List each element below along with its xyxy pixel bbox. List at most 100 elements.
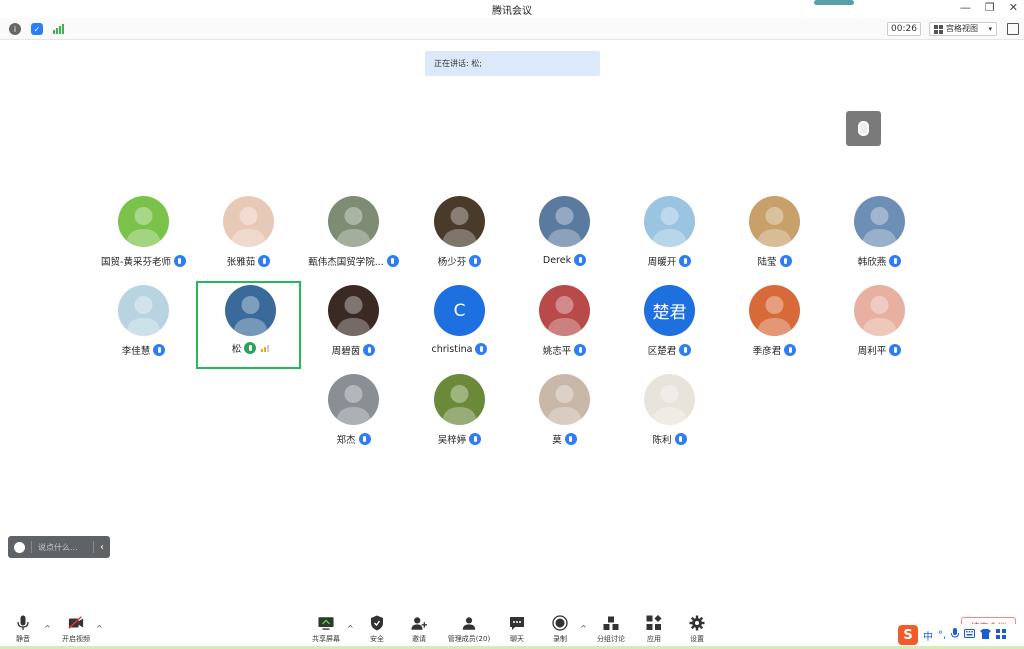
ime-skin-icon[interactable] bbox=[980, 628, 992, 642]
close-button[interactable]: ✕ bbox=[1009, 1, 1018, 14]
breakout-label: 分组讨论 bbox=[597, 635, 625, 643]
share-options-caret[interactable]: ^ bbox=[347, 624, 354, 633]
participant-avatar bbox=[118, 196, 169, 247]
breakout-rooms-icon bbox=[603, 615, 619, 631]
record-options-caret[interactable]: ^ bbox=[580, 624, 587, 633]
participant-tile[interactable]: 国贸-黄采芬老师 bbox=[91, 196, 196, 281]
participant-avatar: 楚君 bbox=[644, 285, 695, 336]
share-screen-button[interactable]: 共享屏幕 bbox=[304, 615, 348, 644]
collapse-icon[interactable]: ‹ bbox=[100, 542, 104, 553]
apps-button[interactable]: 应用 bbox=[632, 615, 676, 644]
participant-label: 莫 bbox=[512, 432, 617, 446]
mute-options-caret[interactable]: ^ bbox=[44, 624, 51, 633]
microphone-icon bbox=[469, 433, 482, 445]
participant-avatar bbox=[539, 196, 590, 247]
manage-members-button[interactable]: 管理成员(20) bbox=[441, 615, 497, 644]
participant-label: Derek bbox=[512, 254, 617, 266]
shield-icon[interactable]: ✓ bbox=[31, 23, 43, 35]
gear-icon bbox=[689, 615, 705, 631]
participant-tile[interactable]: 吴梓婷 bbox=[407, 374, 512, 459]
info-icon[interactable]: i bbox=[9, 23, 21, 35]
fullscreen-icon[interactable] bbox=[1007, 23, 1019, 35]
participant-name: 莫 bbox=[552, 435, 562, 446]
participant-label: 季彦君 bbox=[722, 343, 827, 357]
floating-mouse-button[interactable] bbox=[846, 111, 881, 146]
title-accent bbox=[814, 0, 854, 5]
participant-name: 张雅茹 bbox=[226, 257, 256, 268]
participant-tile[interactable]: 季彦君 bbox=[722, 285, 827, 370]
microphone-icon bbox=[363, 344, 376, 356]
video-label: 开启视频 bbox=[62, 635, 90, 643]
chat-button[interactable]: 聊天 bbox=[495, 615, 539, 644]
participant-tile[interactable]: 姚志平 bbox=[512, 285, 617, 370]
participant-avatar bbox=[434, 374, 485, 425]
participant-tile[interactable]: 周暖开 bbox=[617, 196, 722, 281]
participant-label: 松 bbox=[198, 341, 303, 355]
ime-punctuation[interactable]: °, bbox=[938, 630, 946, 641]
participant-tile[interactable]: 郑杰 bbox=[301, 374, 406, 459]
participant-tile[interactable]: 张雅茹 bbox=[196, 196, 301, 281]
emoji-icon[interactable] bbox=[14, 541, 25, 553]
participant-tile[interactable]: 周碧茵 bbox=[301, 285, 406, 370]
mute-button[interactable]: 静音 bbox=[1, 615, 45, 644]
participant-avatar bbox=[434, 196, 485, 247]
apps-icon bbox=[646, 615, 662, 631]
speaking-banner: 正在讲话: 松; bbox=[425, 51, 600, 76]
avatar-initials: 楚君 bbox=[652, 303, 687, 323]
microphone-icon bbox=[674, 433, 687, 445]
record-button[interactable]: 录制 bbox=[538, 615, 582, 644]
participant-tile[interactable]: 陈利 bbox=[617, 374, 722, 459]
participant-tile[interactable]: 李佳慧 bbox=[91, 285, 196, 370]
settings-button[interactable]: 设置 bbox=[675, 615, 719, 644]
microphone-icon bbox=[15, 615, 31, 631]
participant-name: 周碧茵 bbox=[331, 346, 361, 357]
participant-avatar bbox=[854, 285, 905, 336]
ime-voice-icon[interactable] bbox=[951, 628, 960, 642]
view-mode-select[interactable]: 宫格视图 ▾ bbox=[929, 22, 997, 36]
microphone-icon bbox=[564, 433, 577, 445]
meeting-toolbar: i ✓ 00:26 宫格视图 ▾ bbox=[0, 18, 1024, 40]
record-label: 录制 bbox=[553, 635, 567, 643]
breakout-button[interactable]: 分组讨论 bbox=[589, 615, 633, 644]
sogou-logo-icon[interactable]: S bbox=[898, 625, 918, 645]
signal-icon[interactable] bbox=[53, 23, 65, 35]
microphone-icon bbox=[574, 344, 587, 356]
ime-keyboard-icon[interactable] bbox=[964, 629, 976, 641]
microphone-icon bbox=[173, 255, 186, 267]
participant-tile[interactable]: 杨少芬 bbox=[407, 196, 512, 281]
divider bbox=[31, 541, 32, 553]
participant-tile[interactable]: 楚君 区楚君 bbox=[617, 285, 722, 370]
video-options-caret[interactable]: ^ bbox=[96, 624, 103, 633]
microphone-icon bbox=[574, 254, 587, 266]
video-button[interactable]: 开启视频 bbox=[54, 615, 98, 644]
settings-label: 设置 bbox=[690, 635, 704, 643]
participant-name: 陈利 bbox=[652, 435, 672, 446]
video-off-icon bbox=[68, 615, 84, 631]
participant-avatar bbox=[328, 196, 379, 247]
chat-bubble-icon bbox=[509, 615, 525, 631]
participant-avatar bbox=[328, 374, 379, 425]
participant-tile[interactable]: 韩欣燕 bbox=[827, 196, 932, 281]
minimize-button[interactable]: — bbox=[960, 1, 971, 14]
participant-tile[interactable]: 莫 bbox=[512, 374, 617, 459]
participant-tile[interactable]: Cchristina bbox=[407, 285, 512, 370]
restore-button[interactable]: ❐ bbox=[985, 1, 995, 14]
ime-language[interactable]: 中 bbox=[923, 628, 933, 643]
security-button[interactable]: 安全 bbox=[355, 615, 399, 644]
microphone-icon bbox=[779, 255, 792, 267]
participant-tile[interactable]: 周利平 bbox=[827, 285, 932, 370]
participant-avatar bbox=[644, 374, 695, 425]
participant-tile[interactable]: 陆莹 bbox=[722, 196, 827, 281]
participant-label: 陆莹 bbox=[722, 254, 827, 268]
microphone-icon bbox=[784, 344, 797, 356]
participant-tile[interactable]: 甄伟杰国贸学院... bbox=[301, 196, 406, 281]
grid-icon bbox=[934, 24, 943, 34]
participant-avatar bbox=[328, 285, 379, 336]
participant-tile[interactable]: Derek bbox=[512, 196, 617, 281]
participant-tile[interactable]: 松 bbox=[196, 281, 301, 369]
share-screen-icon bbox=[318, 615, 334, 631]
ime-menu-icon[interactable] bbox=[996, 628, 1007, 642]
microphone-icon bbox=[258, 255, 271, 267]
chat-quick-input[interactable]: 说点什么... ‹ bbox=[8, 536, 110, 558]
invite-button[interactable]: 邀请 bbox=[397, 615, 441, 644]
